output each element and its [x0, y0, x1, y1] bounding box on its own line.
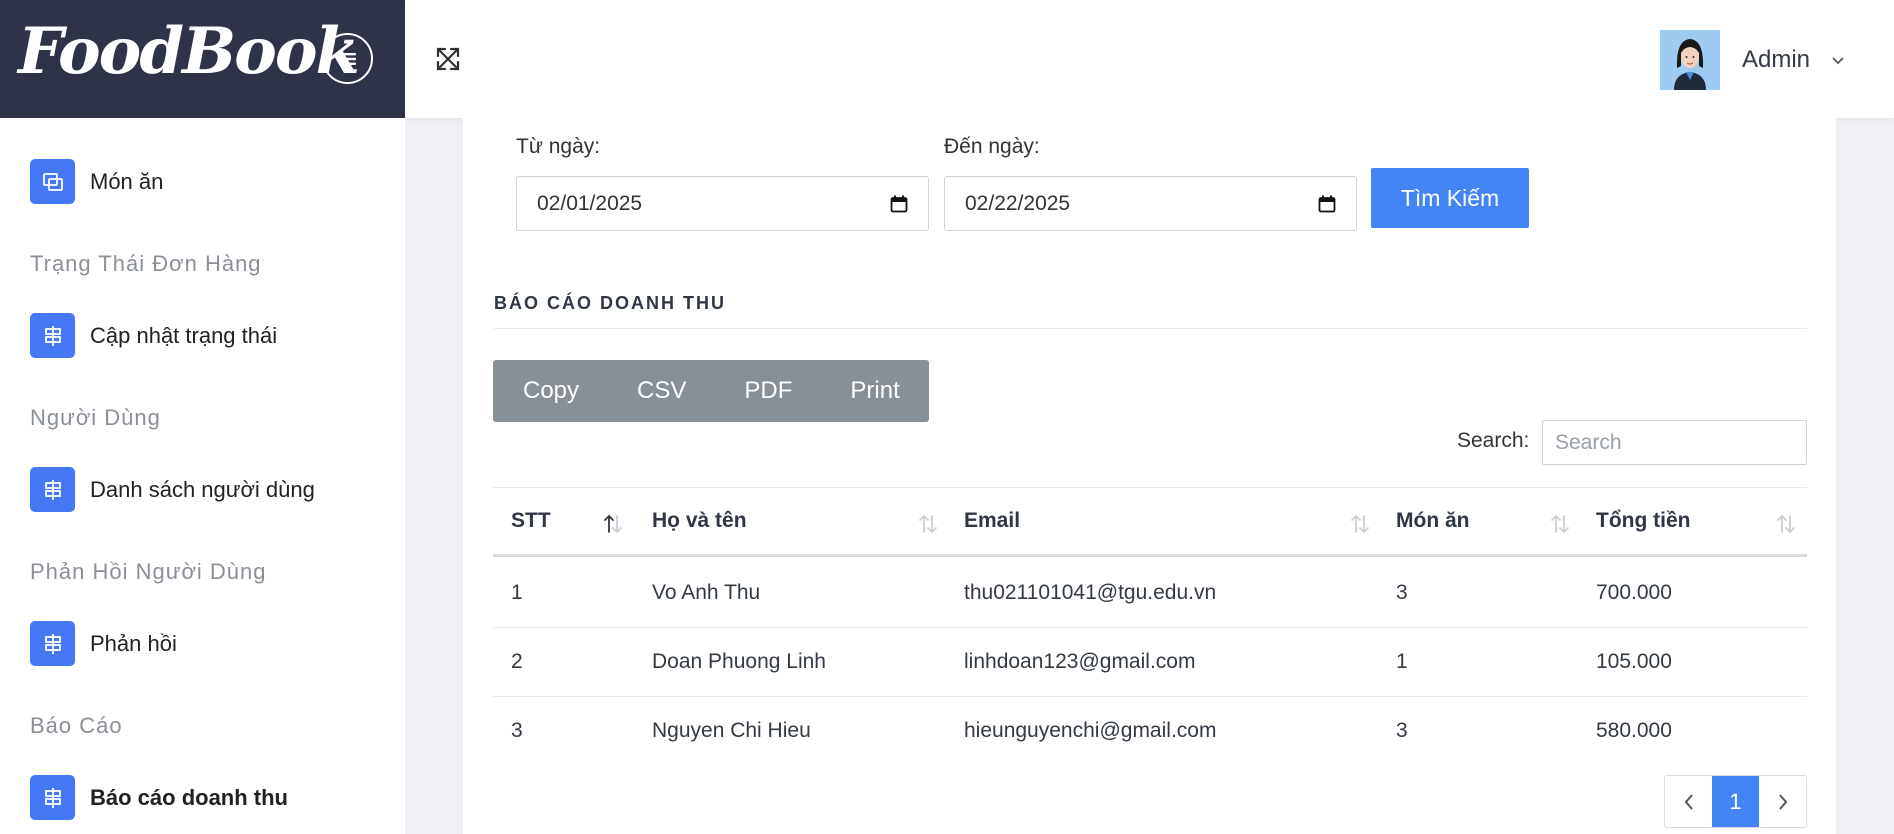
signpost-icon	[30, 621, 75, 666]
top-header: Admin	[405, 0, 1894, 118]
csv-button[interactable]: CSV	[608, 360, 715, 422]
pdf-button[interactable]: PDF	[715, 360, 821, 422]
sidebar-heading-reports: Báo Cáo	[30, 713, 123, 738]
column-header-stt[interactable]: STT	[511, 488, 551, 554]
table-row: 2 Doan Phuong Linh linhdoan123@gmail.com…	[493, 628, 1807, 697]
prev-page-button[interactable]	[1665, 776, 1712, 827]
table-row: 1 Vo Anh Thu thu021101041@tgu.edu.vn 3 7…	[493, 559, 1807, 628]
export-button-group: Copy CSV PDF Print	[493, 360, 929, 422]
avatar	[1659, 30, 1720, 90]
signpost-icon	[30, 313, 75, 358]
table-search-label: Search:	[1457, 429, 1530, 452]
sidebar-item-label: Cập nhật trạng thái	[90, 322, 278, 348]
sort-icon[interactable]	[1774, 512, 1798, 536]
to-date-input[interactable]: 02/22/2025	[944, 176, 1357, 231]
print-button[interactable]: Print	[821, 360, 928, 422]
sort-icon[interactable]	[1348, 512, 1372, 536]
report-card: Từ ngày: 02/01/2025 Đến ngày: 02/22/2025…	[463, 118, 1836, 834]
signpost-icon	[30, 775, 75, 820]
cell-name: Vo Anh Thu	[652, 581, 761, 604]
calendar-icon[interactable]	[890, 195, 908, 213]
table-header: STT Họ và tên Email Món ăn Tổng tiền	[493, 488, 1807, 557]
sidebar-item-mon-an[interactable]: Món ăn	[30, 159, 163, 204]
sort-icon[interactable]	[1548, 512, 1572, 536]
copy-button[interactable]: Copy	[493, 360, 608, 422]
cell-email: hieunguyenchi@gmail.com	[964, 719, 1217, 742]
sidebar-heading-feedback: Phản Hồi Người Dùng	[30, 559, 267, 584]
sidebar-item-danh-sach-nguoi-dung[interactable]: Danh sách người dùng	[30, 467, 315, 512]
next-page-button[interactable]	[1759, 776, 1806, 827]
cell-dishes: 3	[1396, 581, 1408, 604]
copy-icon	[30, 159, 75, 204]
user-name: Admin	[1741, 46, 1810, 73]
from-date-label: Từ ngày:	[516, 135, 601, 158]
cell-email: linhdoan123@gmail.com	[964, 650, 1196, 673]
sidebar-item-label: Phản hồi	[90, 630, 177, 656]
menu-toggle-button[interactable]	[322, 33, 373, 84]
sidebar-item-label: Món ăn	[90, 168, 164, 194]
brand-bar: FoodBook	[0, 0, 405, 118]
table-search-input[interactable]	[1542, 420, 1807, 465]
pagination: 1	[1664, 775, 1807, 828]
to-date-label: Đến ngày:	[944, 135, 1040, 158]
sidebar: Món ăn Trạng Thái Đơn Hàng Cập nhật trạn…	[0, 118, 405, 834]
cell-stt: 1	[511, 581, 523, 604]
calendar-icon[interactable]	[1318, 195, 1336, 213]
report-title: BÁO CÁO DOANH THU	[494, 293, 726, 313]
page-button-current[interactable]: 1	[1712, 776, 1759, 827]
signpost-icon	[30, 467, 75, 512]
sort-icon[interactable]	[916, 512, 940, 536]
cell-name: Doan Phuong Linh	[652, 650, 826, 673]
chevron-down-icon	[1832, 57, 1844, 65]
cell-name: Nguyen Chi Hieu	[652, 719, 811, 742]
fullscreen-button[interactable]	[433, 44, 463, 74]
chevron-left-icon	[1684, 793, 1693, 810]
expand-icon	[436, 47, 460, 71]
sidebar-item-bao-cao-doanh-thu[interactable]: Báo cáo doanh thu	[30, 775, 288, 820]
cell-stt: 2	[511, 650, 523, 673]
from-date-value: 02/01/2025	[537, 191, 643, 215]
cell-stt: 3	[511, 719, 523, 742]
column-header-tong-tien[interactable]: Tổng tiền	[1596, 488, 1690, 554]
cell-dishes: 3	[1396, 719, 1408, 742]
divider	[494, 328, 1807, 329]
table-row: 3 Nguyen Chi Hieu hieunguyenchi@gmail.co…	[493, 697, 1807, 766]
sidebar-heading-order-status: Trạng Thái Đơn Hàng	[30, 251, 262, 276]
cell-total: 580.000	[1596, 719, 1672, 742]
hamburger-icon	[339, 52, 356, 65]
sidebar-item-label: Báo cáo doanh thu	[90, 784, 288, 810]
cell-dishes: 1	[1396, 650, 1408, 673]
cell-total: 700.000	[1596, 581, 1672, 604]
logo[interactable]: FoodBook	[18, 14, 360, 89]
from-date-input[interactable]: 02/01/2025	[516, 176, 929, 231]
column-header-email[interactable]: Email	[964, 488, 1020, 554]
cell-total: 105.000	[1596, 650, 1672, 673]
sidebar-item-label: Danh sách người dùng	[90, 476, 315, 502]
sort-asc-icon[interactable]	[601, 512, 625, 536]
to-date-value: 02/22/2025	[965, 191, 1071, 215]
cell-email: thu021101041@tgu.edu.vn	[964, 581, 1217, 604]
search-date-button[interactable]: Tìm Kiếm	[1371, 168, 1529, 228]
sidebar-item-cap-nhat-trang-thai[interactable]: Cập nhật trạng thái	[30, 313, 277, 358]
column-header-mon-an[interactable]: Món ăn	[1396, 488, 1470, 554]
user-menu[interactable]: Admin	[1659, 30, 1846, 90]
column-header-ho-va-ten[interactable]: Họ và tên	[652, 488, 747, 554]
chevron-right-icon	[1778, 793, 1787, 810]
sidebar-item-phan-hoi[interactable]: Phản hồi	[30, 621, 177, 666]
sidebar-heading-users: Người Dùng	[30, 405, 161, 430]
